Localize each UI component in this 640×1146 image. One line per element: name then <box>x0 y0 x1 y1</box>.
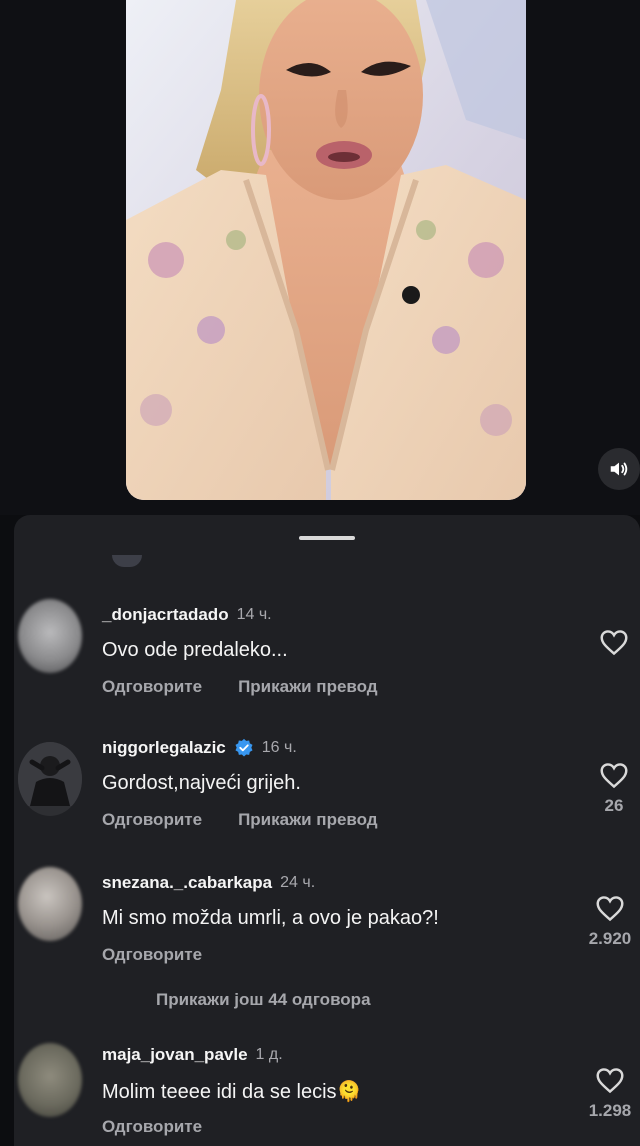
verified-badge-icon <box>235 738 253 757</box>
comment-text: Mi smo možda umrli, a ovo je pakao?! <box>102 907 439 929</box>
video-still-image <box>126 0 526 500</box>
username[interactable]: snezana._.cabarkapa <box>102 873 272 893</box>
like-count: 1.298 <box>588 1101 632 1120</box>
heart-icon <box>600 763 628 789</box>
heart-icon <box>600 630 628 656</box>
like-count: 26 <box>604 796 624 815</box>
view-more-replies-button[interactable]: Прикажи још 44 одговора <box>156 990 371 1010</box>
reply-button[interactable]: Одговорите <box>102 945 202 965</box>
comment-actions: Одговорите Прикажи превод <box>102 677 378 697</box>
comment-header: niggorlegalazic 16 ч. <box>102 738 297 758</box>
username[interactable]: niggorlegalazic <box>102 738 226 758</box>
comment-actions: Одговорите Прикажи превод <box>102 810 378 830</box>
username[interactable]: maja_jovan_pavle <box>102 1045 248 1065</box>
screen: _donjacrtadado 14 ч. Ovo ode predaleko..… <box>0 0 640 1146</box>
heart-icon <box>596 896 624 922</box>
profile-photo <box>18 742 82 806</box>
comment-text: Ovo ode predaleko... <box>102 639 288 661</box>
like-count: 2.920 <box>588 929 632 948</box>
reply-button[interactable]: Одговорите <box>102 1117 202 1137</box>
reply-button[interactable]: Одговорите <box>102 810 202 830</box>
avatar[interactable] <box>18 599 82 673</box>
comment-header: maja_jovan_pavle 1 д. <box>102 1045 283 1065</box>
avatar[interactable] <box>18 1043 82 1117</box>
comment-text: Molim teeee idi da se lecis🫠 <box>102 1081 362 1103</box>
comment-header: snezana._.cabarkapa 24 ч. <box>102 873 315 893</box>
avatar[interactable] <box>18 867 82 941</box>
comment-time: 24 ч. <box>280 874 316 891</box>
translate-button[interactable]: Прикажи превод <box>238 810 378 830</box>
reply-button[interactable]: Одговорите <box>102 677 202 697</box>
comment-time: 16 ч. <box>261 739 297 756</box>
username[interactable]: _donjacrtadado <box>102 605 229 625</box>
video-frame[interactable] <box>126 0 526 500</box>
comment-text: Gordost,najveći grijeh. <box>102 772 301 794</box>
like-button[interactable]: 26 <box>584 762 640 816</box>
drag-handle[interactable] <box>299 536 355 540</box>
speaker-volume-icon <box>610 462 628 476</box>
video-player[interactable] <box>0 0 640 515</box>
comments-sheet: _donjacrtadado 14 ч. Ovo ode predaleko..… <box>14 515 640 1146</box>
like-button[interactable]: 1.298 <box>580 1067 640 1121</box>
comment-actions: Одговорите <box>102 945 202 965</box>
comment-time: 14 ч. <box>236 606 272 623</box>
comment-actions: Одговорите <box>102 1117 202 1137</box>
like-button[interactable]: 2.920 <box>580 895 640 949</box>
comment-header: _donjacrtadado 14 ч. <box>102 605 272 625</box>
comment-time: 1 д. <box>255 1046 283 1063</box>
previous-comment-avatar <box>112 555 142 567</box>
translate-button[interactable]: Прикажи превод <box>238 677 378 697</box>
mute-button[interactable] <box>598 448 640 490</box>
avatar[interactable] <box>18 742 82 816</box>
like-button[interactable] <box>584 629 640 663</box>
heart-icon <box>596 1068 624 1094</box>
